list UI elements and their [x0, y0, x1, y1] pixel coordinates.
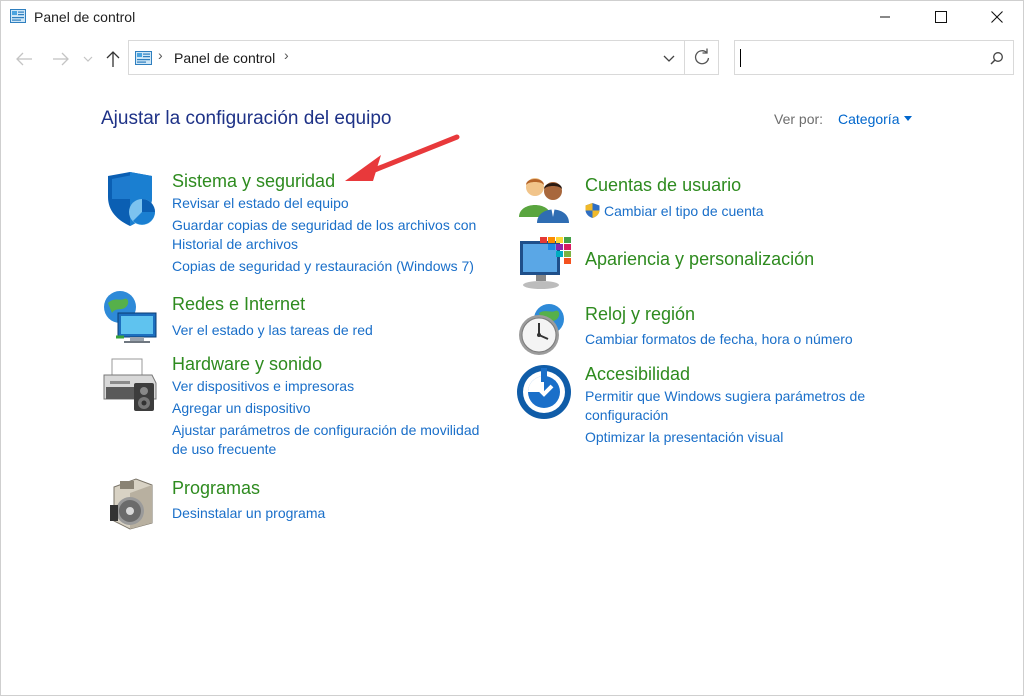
- search-box[interactable]: [734, 40, 1014, 75]
- page-title: Ajustar la configuración del equipo: [101, 108, 392, 129]
- minimize-icon: [880, 16, 890, 18]
- address-bar[interactable]: › Panel de control ›: [128, 40, 719, 75]
- address-history-button[interactable]: [654, 41, 684, 74]
- text-caret: [740, 49, 741, 67]
- shield-icon[interactable]: [104, 171, 160, 227]
- category-title-network-internet[interactable]: Redes e Internet: [172, 294, 305, 315]
- recent-locations-button[interactable]: [81, 48, 95, 70]
- view-by-value: Categoría: [838, 111, 900, 127]
- category-title-appearance[interactable]: Apariencia y personalización: [585, 249, 814, 270]
- uac-shield-icon: [585, 203, 600, 218]
- minimize-button[interactable]: [862, 1, 908, 33]
- category-title-user-accounts[interactable]: Cuentas de usuario: [585, 175, 741, 196]
- view-by-dropdown[interactable]: Categoría: [838, 111, 913, 127]
- refresh-icon: [694, 48, 710, 65]
- link-mobility-settings-continued[interactable]: de uso frecuente: [172, 440, 276, 459]
- category-title-system-security[interactable]: Sistema y seguridad: [172, 171, 335, 192]
- link-file-history-continued[interactable]: Historial de archivos: [172, 235, 298, 254]
- category-title-hardware-sound[interactable]: Hardware y sonido: [172, 354, 322, 375]
- refresh-button[interactable]: [684, 41, 719, 74]
- category-title-programs[interactable]: Programas: [172, 478, 260, 499]
- chevron-down-icon: [663, 55, 675, 62]
- link-file-history[interactable]: Guardar copias de seguridad de los archi…: [172, 216, 476, 235]
- view-by-label: Ver por:: [774, 111, 824, 127]
- link-devices-printers[interactable]: Ver dispositivos e impresoras: [172, 377, 354, 396]
- link-optimize-display[interactable]: Optimizar la presentación visual: [585, 428, 783, 447]
- magnifier-icon[interactable]: [990, 51, 1004, 65]
- link-uninstall-program[interactable]: Desinstalar un programa: [172, 504, 325, 523]
- accessibility-icon[interactable]: [516, 364, 572, 420]
- link-add-device[interactable]: Agregar un dispositivo: [172, 399, 311, 418]
- monitor-palette-icon[interactable]: [518, 235, 574, 291]
- window-title: Panel de control: [34, 9, 136, 25]
- forward-button[interactable]: [50, 48, 72, 70]
- link-backup-restore[interactable]: Copias de seguridad y restauración (Wind…: [172, 257, 474, 276]
- link-change-account-type[interactable]: Cambiar el tipo de cuenta: [604, 202, 764, 221]
- link-windows-suggest-settings[interactable]: Permitir que Windows sugiera parámetros …: [585, 387, 865, 406]
- network-globe-icon[interactable]: [102, 289, 158, 345]
- control-panel-location-icon: [135, 51, 152, 65]
- maximize-icon: [935, 11, 947, 23]
- category-title-accessibility[interactable]: Accesibilidad: [585, 364, 690, 385]
- link-date-time-formats[interactable]: Cambiar formatos de fecha, hora o número: [585, 330, 853, 349]
- category-title-clock-region[interactable]: Reloj y región: [585, 304, 695, 325]
- close-button[interactable]: [974, 1, 1020, 33]
- users-icon[interactable]: [517, 173, 573, 229]
- control-panel-app-icon: [10, 9, 26, 23]
- arrow-up-icon: [106, 51, 120, 67]
- arrow-left-icon: [16, 52, 32, 66]
- maximize-button[interactable]: [918, 1, 964, 33]
- dropdown-triangle-icon: [904, 115, 913, 121]
- title-bar: Panel de control: [1, 1, 1023, 33]
- breadcrumb-separator-icon[interactable]: ›: [158, 47, 163, 63]
- printer-speaker-icon[interactable]: [102, 357, 158, 413]
- link-mobility-settings[interactable]: Ajustar parámetros de configuración de m…: [172, 421, 479, 440]
- chevron-down-icon: [83, 56, 93, 62]
- link-windows-suggest-settings-continued[interactable]: configuración: [585, 406, 668, 425]
- clock-globe-icon[interactable]: [515, 301, 571, 357]
- back-button[interactable]: [14, 48, 36, 70]
- breadcrumb-separator-icon[interactable]: ›: [284, 47, 289, 63]
- breadcrumb-item[interactable]: Panel de control: [174, 50, 275, 66]
- annotation-arrow-icon: [345, 134, 460, 181]
- link-network-status[interactable]: Ver el estado y las tareas de red: [172, 321, 373, 340]
- control-panel-window: Panel de control › Panel de control › Aj…: [0, 0, 1024, 696]
- up-button[interactable]: [102, 48, 124, 70]
- close-icon: [991, 11, 1003, 23]
- programs-disc-icon[interactable]: [106, 475, 162, 531]
- arrow-right-icon: [53, 52, 69, 66]
- link-review-status[interactable]: Revisar el estado del equipo: [172, 194, 349, 213]
